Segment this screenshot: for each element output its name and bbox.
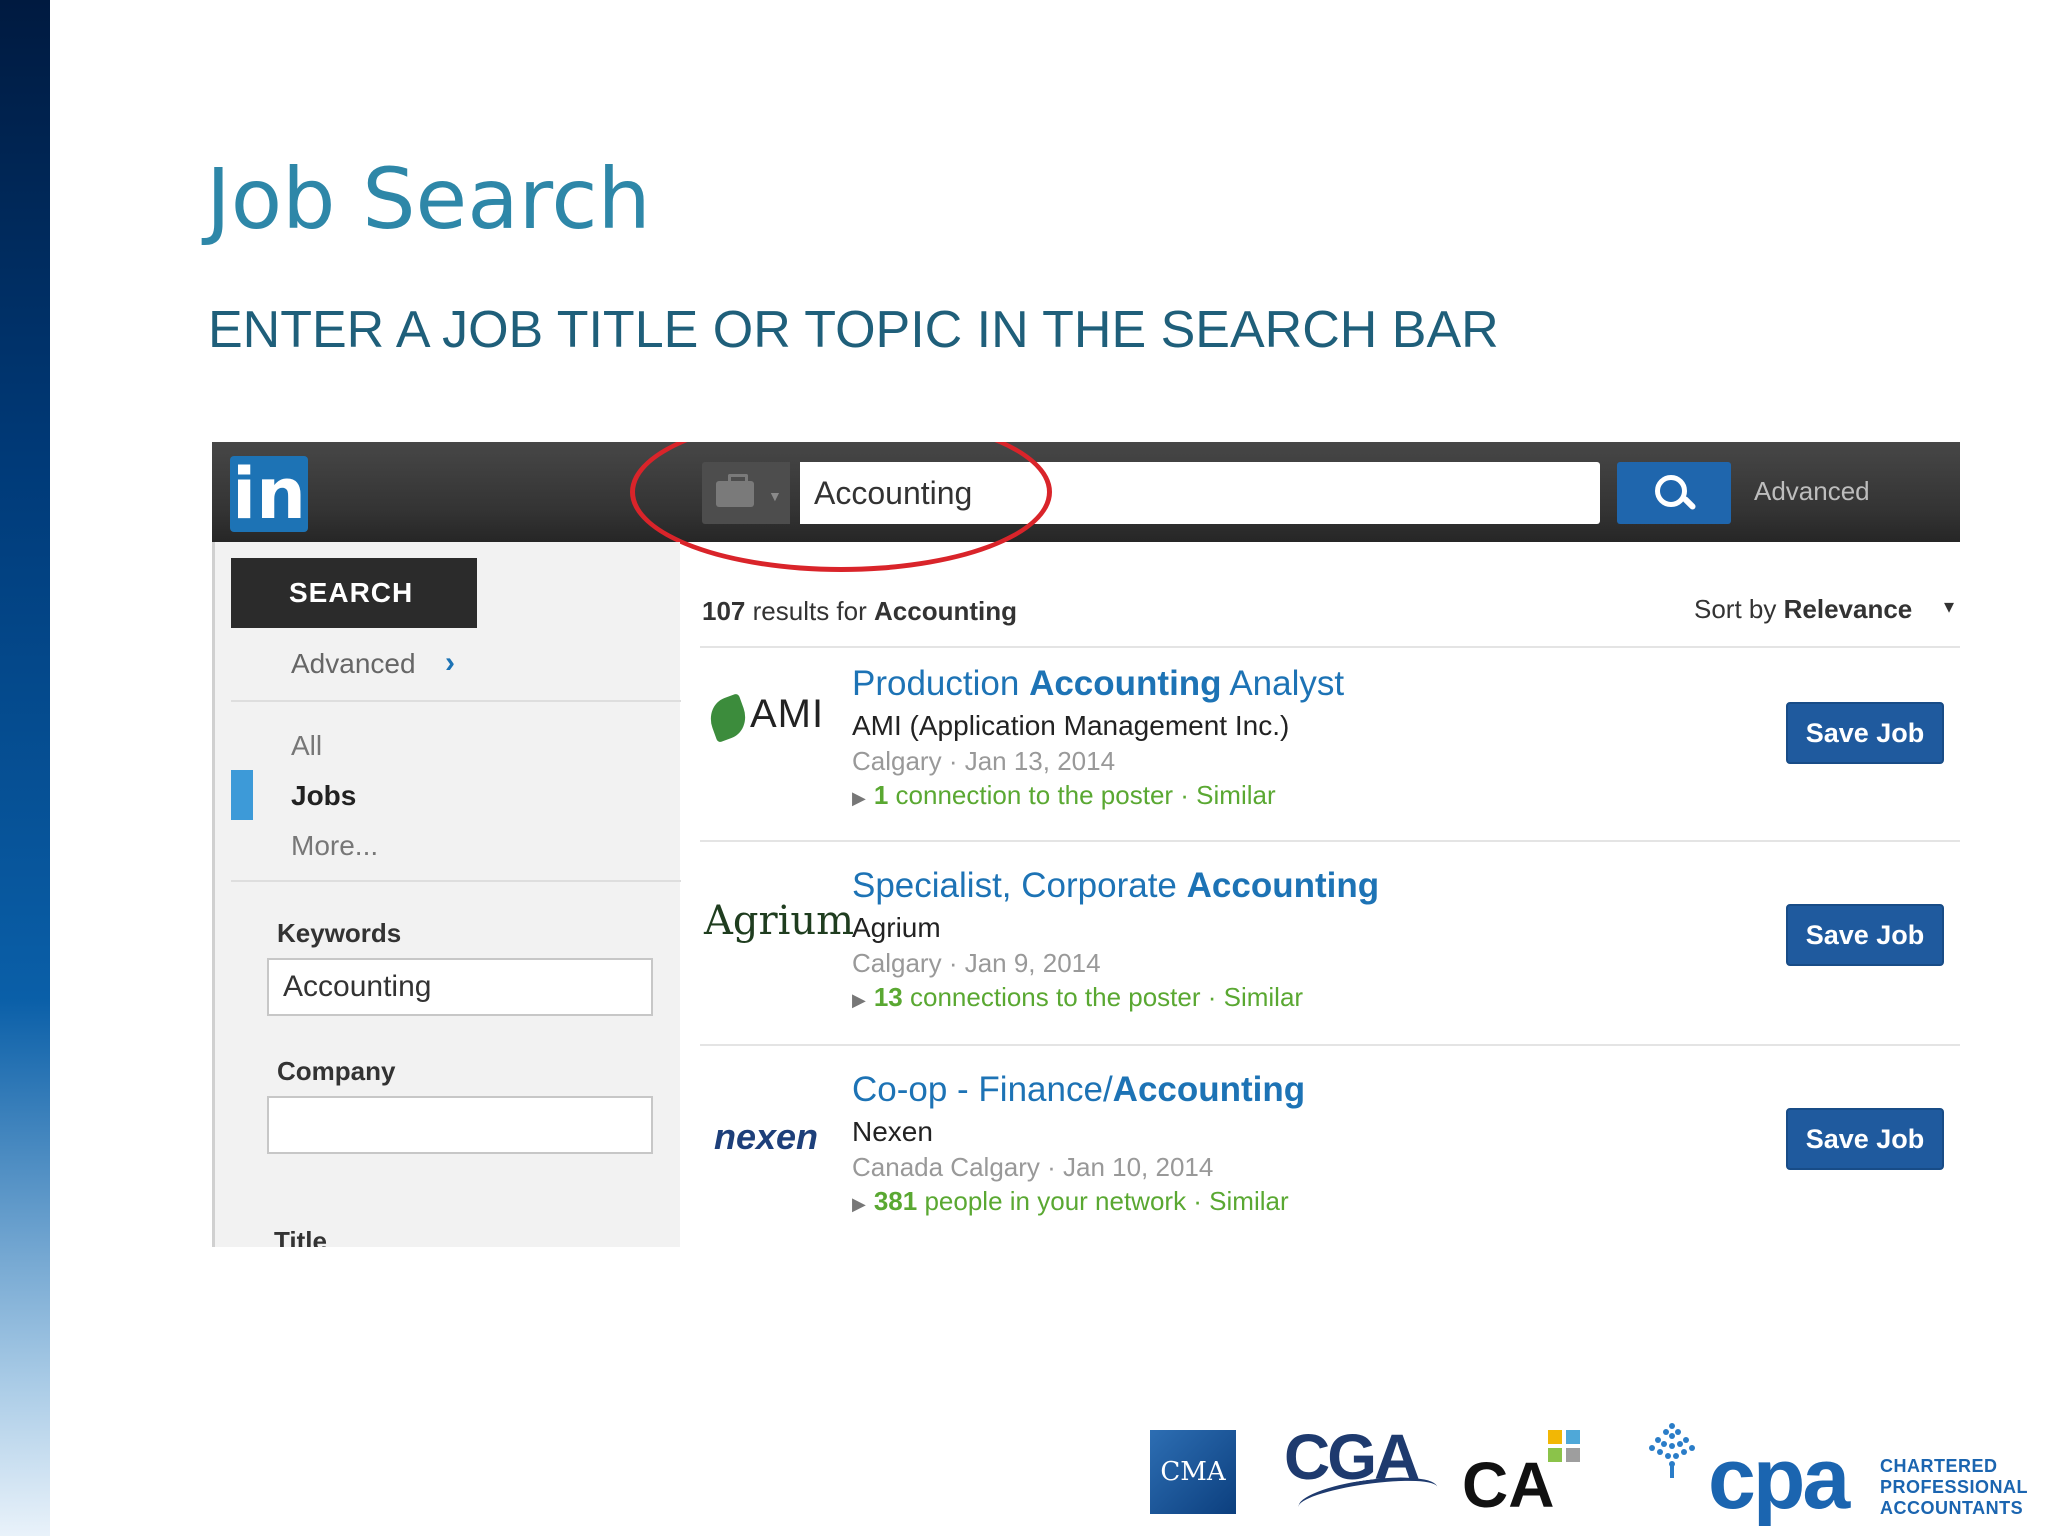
ca-logo-square xyxy=(1548,1448,1562,1462)
keywords-field[interactable] xyxy=(267,958,653,1016)
job-location-date: Calgary · Jan 13, 2014 xyxy=(852,746,1116,776)
tab-search[interactable]: SEARCH xyxy=(231,558,477,628)
job-result: nexen Co-op - Finance/Accounting Nexen C… xyxy=(700,1060,1960,1247)
save-job-button[interactable]: Save Job xyxy=(1786,904,1944,966)
job-connections[interactable]: ▶ 1 connection to the poster · Similar xyxy=(852,780,1276,811)
job-company: AMI (Application Management Inc.) xyxy=(852,710,1290,741)
divider xyxy=(231,700,681,702)
cpa-tagline: CHARTERED PROFESSIONAL ACCOUNTANTS xyxy=(1880,1456,2029,1518)
advanced-search-link[interactable]: Advanced xyxy=(1754,476,1870,507)
divider xyxy=(231,880,681,882)
chevron-down-icon[interactable]: ▾ xyxy=(1944,594,1954,619)
title-label: Title xyxy=(274,1226,327,1247)
company-label: Company xyxy=(277,1056,396,1086)
job-title-link[interactable]: Production Accounting Analyst xyxy=(852,664,1344,704)
save-job-button[interactable]: Save Job xyxy=(1786,702,1944,764)
divider xyxy=(700,646,1960,648)
sidebar-item-all[interactable]: All xyxy=(291,730,322,762)
company-logo-agrium[interactable]: Agrium xyxy=(700,886,854,976)
divider xyxy=(700,1044,1960,1046)
search-icon xyxy=(1655,475,1687,507)
sidebar-item-more[interactable]: More... xyxy=(291,830,378,862)
divider xyxy=(700,840,1960,842)
job-title-link[interactable]: Specialist, Corporate Accounting xyxy=(852,866,1379,906)
sidebar-item-jobs[interactable]: Jobs xyxy=(291,780,356,812)
job-connections[interactable]: ▶ 13 connections to the poster · Similar xyxy=(852,982,1303,1013)
ca-logo-square xyxy=(1548,1430,1562,1444)
linkedin-logo[interactable]: in xyxy=(230,456,308,532)
triangle-right-icon: ▶ xyxy=(852,788,866,808)
search-button[interactable] xyxy=(1617,462,1731,524)
ca-logo: CA xyxy=(1462,1449,1555,1521)
sidebar-advanced-link[interactable]: Advanced xyxy=(291,648,416,680)
top-navigation-bar: in ▼ Advanced xyxy=(212,442,1960,542)
triangle-right-icon: ▶ xyxy=(852,990,866,1010)
job-location-date: Calgary · Jan 9, 2014 xyxy=(852,948,1101,978)
job-result: Agrium Specialist, Corporate Accounting … xyxy=(700,856,1960,1056)
cpa-logo: cpa xyxy=(1708,1431,1850,1527)
results-count: 107 results for Accounting xyxy=(702,596,1018,626)
triangle-right-icon: ▶ xyxy=(852,1194,866,1214)
job-company: Nexen xyxy=(852,1116,933,1147)
linkedin-screenshot: in ▼ Advanced SEARCH Advanced › All Jobs… xyxy=(212,442,1960,1247)
save-job-button[interactable]: Save Job xyxy=(1786,1108,1944,1170)
cma-logo: CMA xyxy=(1150,1430,1236,1514)
company-logo-ami[interactable]: AMI xyxy=(700,684,828,774)
company-field[interactable] xyxy=(267,1096,653,1154)
slide-left-bar xyxy=(0,0,50,1536)
slide-subtitle: ENTER A JOB TITLE OR TOPIC IN THE SEARCH… xyxy=(208,301,1499,359)
highlight-circle xyxy=(630,442,1052,572)
chevron-right-icon[interactable]: › xyxy=(445,646,455,680)
slide-title: Job Search xyxy=(206,150,651,248)
job-location-date: Canada Calgary · Jan 10, 2014 xyxy=(852,1152,1214,1182)
company-logo-nexen[interactable]: nexen xyxy=(700,1090,828,1180)
job-company: Agrium xyxy=(852,912,941,943)
ca-logo-square xyxy=(1566,1430,1580,1444)
search-sidebar: SEARCH Advanced › All Jobs More... Keywo… xyxy=(212,542,681,1247)
keywords-label: Keywords xyxy=(277,918,402,948)
maple-leaf-icon xyxy=(1649,1423,1695,1478)
ca-logo-square xyxy=(1566,1448,1580,1462)
job-title-link[interactable]: Co-op - Finance/Accounting xyxy=(852,1070,1305,1110)
leaf-icon xyxy=(704,693,752,743)
active-indicator xyxy=(231,770,253,820)
job-result: AMI Production Accounting Analyst AMI (A… xyxy=(700,654,1960,854)
sort-dropdown[interactable]: Sort by Relevance xyxy=(1694,594,1912,625)
job-connections[interactable]: ▶ 381 people in your network · Similar xyxy=(852,1186,1289,1217)
